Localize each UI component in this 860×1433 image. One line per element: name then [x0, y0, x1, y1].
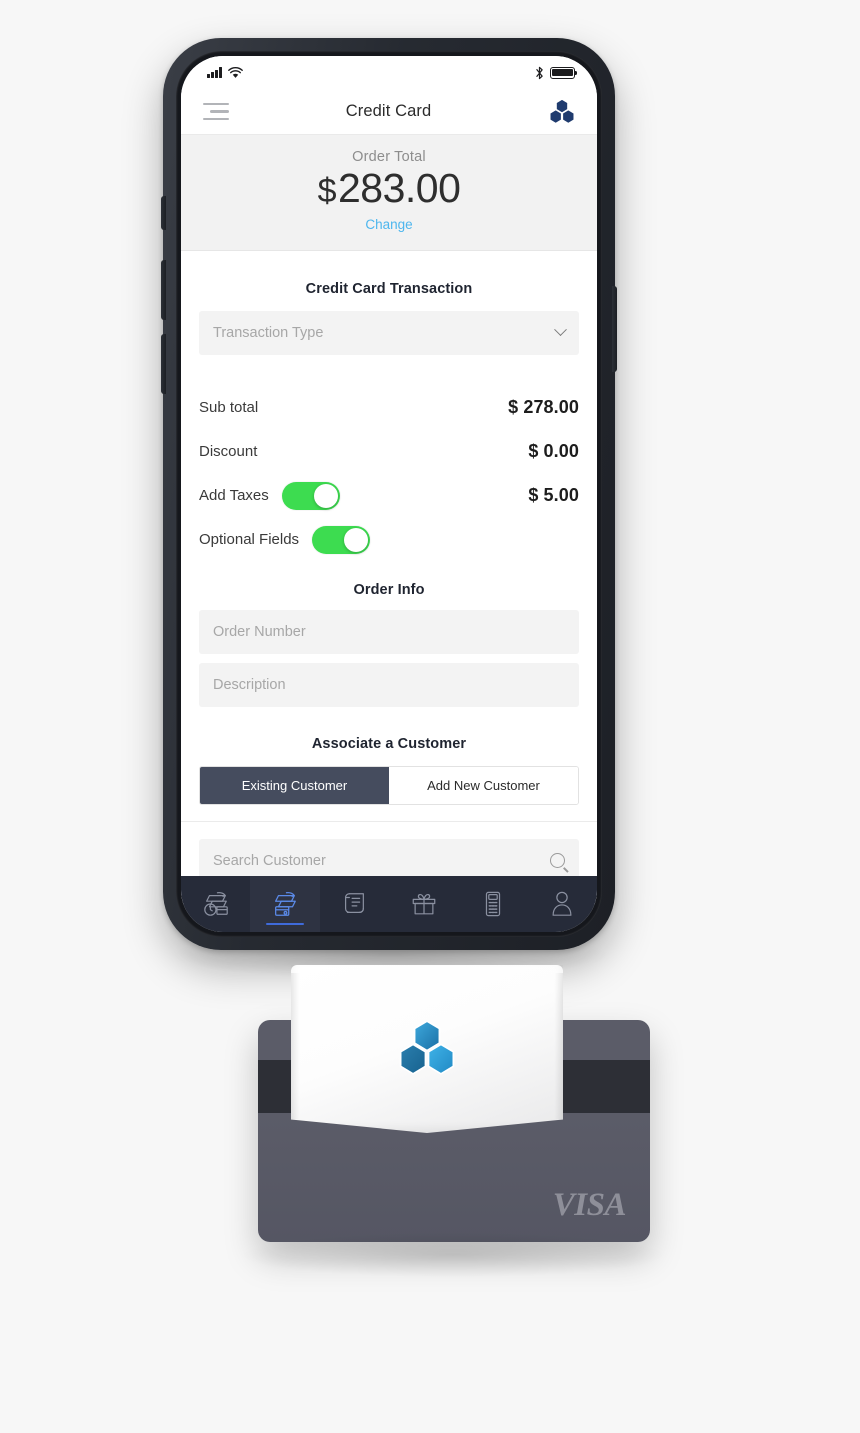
person-icon: [552, 891, 572, 916]
transaction-type-placeholder: Transaction Type: [213, 324, 324, 341]
change-amount-link[interactable]: Change: [181, 217, 597, 232]
order-total-panel: Order Total $283.00 Change: [181, 135, 597, 251]
form-content-scroll[interactable]: Credit Card Transaction Transaction Type…: [181, 250, 597, 905]
discount-value: $ 0.00: [528, 441, 579, 462]
order-info-heading: Order Info: [353, 581, 425, 598]
tab-gift-cards[interactable]: [389, 876, 458, 932]
page-title: Credit Card: [345, 102, 432, 120]
optional-fields-toggle[interactable]: [312, 525, 371, 554]
chevron-down-icon: [554, 323, 567, 337]
scene-drop-shadow: [238, 1232, 668, 1278]
transaction-type-select[interactable]: Transaction Type: [199, 310, 579, 355]
tab-receipts[interactable]: [320, 876, 389, 932]
row-add-taxes: Add Taxes $ 5.00: [199, 474, 579, 518]
smartphone-device: Credit Card Order Total $283.00 Change C…: [161, 38, 617, 950]
silent-switch[interactable]: [161, 196, 166, 230]
card-terminal-icon: [485, 891, 501, 917]
row-discount: Discount $ 0.00: [199, 430, 579, 474]
card-reader-device: [291, 965, 563, 1133]
sub-total-value: $ 278.00: [508, 397, 579, 418]
sub-total-label: Sub total: [199, 399, 259, 417]
order-total-amount: $283.00: [181, 165, 597, 212]
battery-full-icon: [550, 66, 578, 79]
power-button[interactable]: [612, 286, 617, 372]
card-reader-illustration: VISA: [258, 965, 650, 1250]
row-sub-total: Sub total $ 278.00: [199, 386, 579, 430]
tab-transaction-history[interactable]: [181, 876, 250, 932]
volume-down-button[interactable]: [161, 334, 166, 394]
optional-fields-label: Optional Fields: [199, 531, 300, 549]
visa-brand-logo: VISA: [552, 1187, 627, 1223]
hex-cube-logo-icon: [548, 98, 576, 126]
discount-label: Discount: [199, 443, 258, 461]
associate-customer-heading: Associate a Customer: [311, 735, 467, 752]
phone-screen: Credit Card Order Total $283.00 Change C…: [181, 56, 597, 932]
description-input[interactable]: Description: [199, 662, 579, 707]
status-bar: [181, 56, 597, 89]
app-header: Credit Card: [181, 89, 597, 135]
order-number-input[interactable]: Order Number: [199, 609, 579, 654]
bluetooth-icon: [536, 66, 543, 79]
order-number-placeholder: Order Number: [213, 623, 306, 640]
add-taxes-label: Add Taxes: [199, 487, 269, 505]
tab-add-new-customer[interactable]: Add New Customer: [389, 766, 578, 804]
cellular-signal-icon: [207, 67, 222, 78]
gift-box-icon: [412, 893, 435, 915]
amount-rows: Sub total $ 278.00 Discount $ 0.00 Add T…: [199, 364, 579, 562]
currency-symbol: $: [317, 172, 337, 210]
customer-mode-segmented-control: Existing Customer Add New Customer: [199, 765, 579, 805]
receipt-scroll-icon: [345, 893, 365, 914]
credit-card-transaction-heading: Credit Card Transaction: [305, 280, 473, 297]
row-optional-fields: Optional Fields: [199, 518, 579, 562]
section-divider: [181, 820, 597, 822]
bottom-tab-bar: [181, 876, 597, 932]
add-taxes-toggle[interactable]: [281, 481, 340, 510]
clock-transaction-icon: [203, 892, 228, 916]
description-placeholder: Description: [213, 676, 286, 693]
wifi-icon: [228, 66, 243, 78]
phone-bezel: Credit Card Order Total $283.00 Change C…: [176, 51, 602, 937]
amount-value: 283.00: [338, 165, 461, 211]
tab-existing-customer[interactable]: Existing Customer: [200, 766, 389, 804]
search-customer-placeholder: Search Customer: [213, 852, 326, 869]
add-taxes-value: $ 5.00: [528, 485, 579, 506]
magnifier-icon: [550, 853, 565, 869]
tab-card-reader[interactable]: [458, 876, 527, 932]
card-transaction-icon: [275, 891, 296, 916]
hamburger-menu-icon[interactable]: [203, 102, 229, 121]
volume-up-button[interactable]: [161, 260, 166, 320]
order-total-label: Order Total: [352, 149, 426, 165]
hex-cube-logo-icon: [396, 1018, 458, 1080]
tab-customers[interactable]: [528, 876, 597, 932]
tab-new-transaction[interactable]: [250, 876, 320, 932]
